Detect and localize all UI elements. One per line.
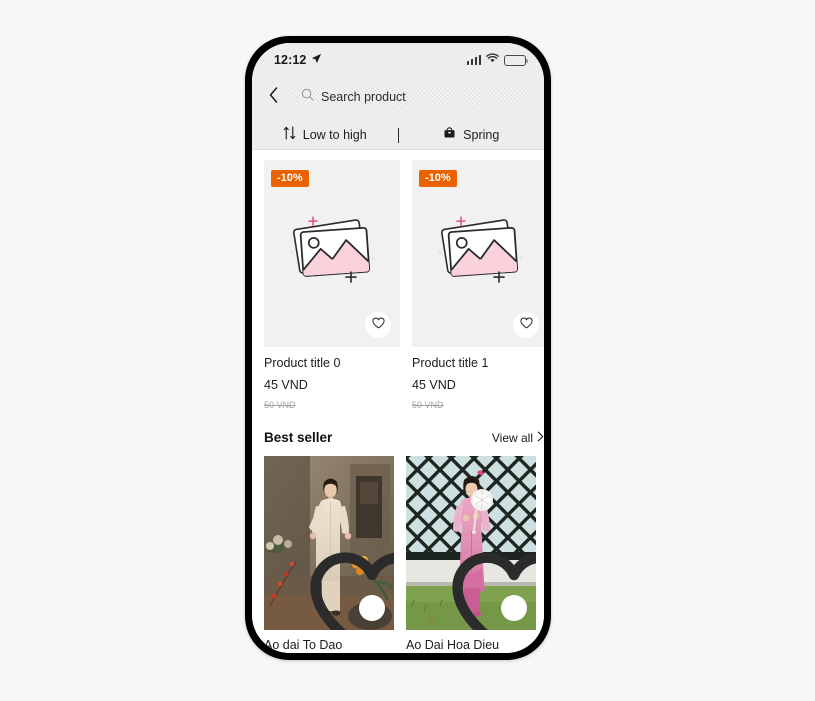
chevron-right-icon bbox=[537, 431, 544, 445]
filter-season[interactable]: Spring bbox=[399, 121, 545, 149]
product-card[interactable]: -10% bbox=[264, 160, 400, 410]
product-title: Product title 0 bbox=[264, 356, 341, 370]
view-all-link[interactable]: View all bbox=[492, 431, 544, 445]
status-bar: 12:12 bbox=[252, 43, 544, 73]
filter-row: Low to high Spring bbox=[252, 121, 544, 150]
sort-arrows-icon bbox=[283, 125, 296, 145]
product-old-price: 50 VND bbox=[264, 400, 296, 410]
product-old-price: 50 VND bbox=[412, 400, 444, 410]
heart-outline-icon bbox=[449, 521, 536, 630]
best-seller-card[interactable]: Ao dai To Dao bbox=[264, 456, 394, 652]
best-seller-title: Ao dai To Dao bbox=[264, 638, 343, 652]
filter-sort-label: Low to high bbox=[302, 128, 367, 142]
heart-outline-icon bbox=[371, 316, 385, 334]
favorite-button[interactable] bbox=[365, 312, 391, 338]
battery-full-icon bbox=[504, 54, 529, 66]
search-input[interactable]: Search product bbox=[291, 83, 532, 111]
heart-outline-icon bbox=[519, 316, 533, 334]
status-time: 12:12 bbox=[274, 53, 307, 67]
search-header: Search product bbox=[252, 73, 544, 121]
best-seller-image[interactable] bbox=[264, 456, 394, 630]
favorite-button[interactable] bbox=[513, 312, 539, 338]
phone-frame: 12:12 Search product Low to high Spring … bbox=[245, 36, 551, 660]
product-price: 45 VND bbox=[264, 378, 308, 392]
content-scroll-area[interactable]: -10% Product title 0 45 VND 50 VND -10% … bbox=[252, 150, 544, 653]
wifi-icon bbox=[486, 51, 499, 69]
image-placeholder-icon bbox=[285, 208, 379, 293]
best-seller-card[interactable]: Ao Dai Hoa Dieu bbox=[406, 456, 536, 652]
filter-sort[interactable]: Low to high bbox=[252, 121, 398, 149]
image-placeholder-icon bbox=[433, 208, 527, 293]
best-seller-header: Best seller View all bbox=[264, 430, 544, 445]
discount-badge: -10% bbox=[271, 170, 309, 187]
phone-screen: 12:12 Search product Low to high Spring … bbox=[252, 43, 544, 653]
discount-badge: -10% bbox=[419, 170, 457, 187]
product-title: Product title 1 bbox=[412, 356, 489, 370]
heart-outline-icon bbox=[307, 521, 394, 630]
favorite-button[interactable] bbox=[310, 552, 394, 630]
bag-icon bbox=[443, 126, 456, 144]
back-button[interactable] bbox=[264, 85, 282, 109]
best-seller-grid: Ao dai To Dao Ao Dai Hoa Dieu bbox=[264, 456, 544, 652]
favorite-button[interactable] bbox=[452, 552, 536, 630]
status-bar-left: 12:12 bbox=[274, 51, 322, 69]
location-arrow-icon bbox=[311, 51, 322, 69]
cellular-signal-icon bbox=[466, 55, 481, 65]
section-title: Best seller bbox=[264, 430, 333, 445]
product-image[interactable]: -10% bbox=[412, 160, 544, 347]
status-bar-right bbox=[466, 51, 529, 69]
best-seller-image[interactable] bbox=[406, 456, 536, 630]
filter-season-label: Spring bbox=[463, 128, 500, 142]
product-grid: -10% Product title 0 45 VND 50 VND -10% … bbox=[264, 160, 544, 410]
search-row: Search product bbox=[264, 79, 532, 121]
product-card[interactable]: -10% bbox=[412, 160, 544, 410]
screenshot-canvas: 12:12 Search product Low to high Spring … bbox=[0, 0, 815, 701]
search-placeholder: Search product bbox=[321, 90, 406, 104]
search-icon bbox=[301, 88, 314, 106]
product-price: 45 VND bbox=[412, 378, 456, 392]
best-seller-title: Ao Dai Hoa Dieu bbox=[406, 638, 500, 652]
view-all-label: View all bbox=[491, 431, 533, 445]
product-image[interactable]: -10% bbox=[264, 160, 400, 347]
chevron-left-icon bbox=[269, 86, 278, 108]
